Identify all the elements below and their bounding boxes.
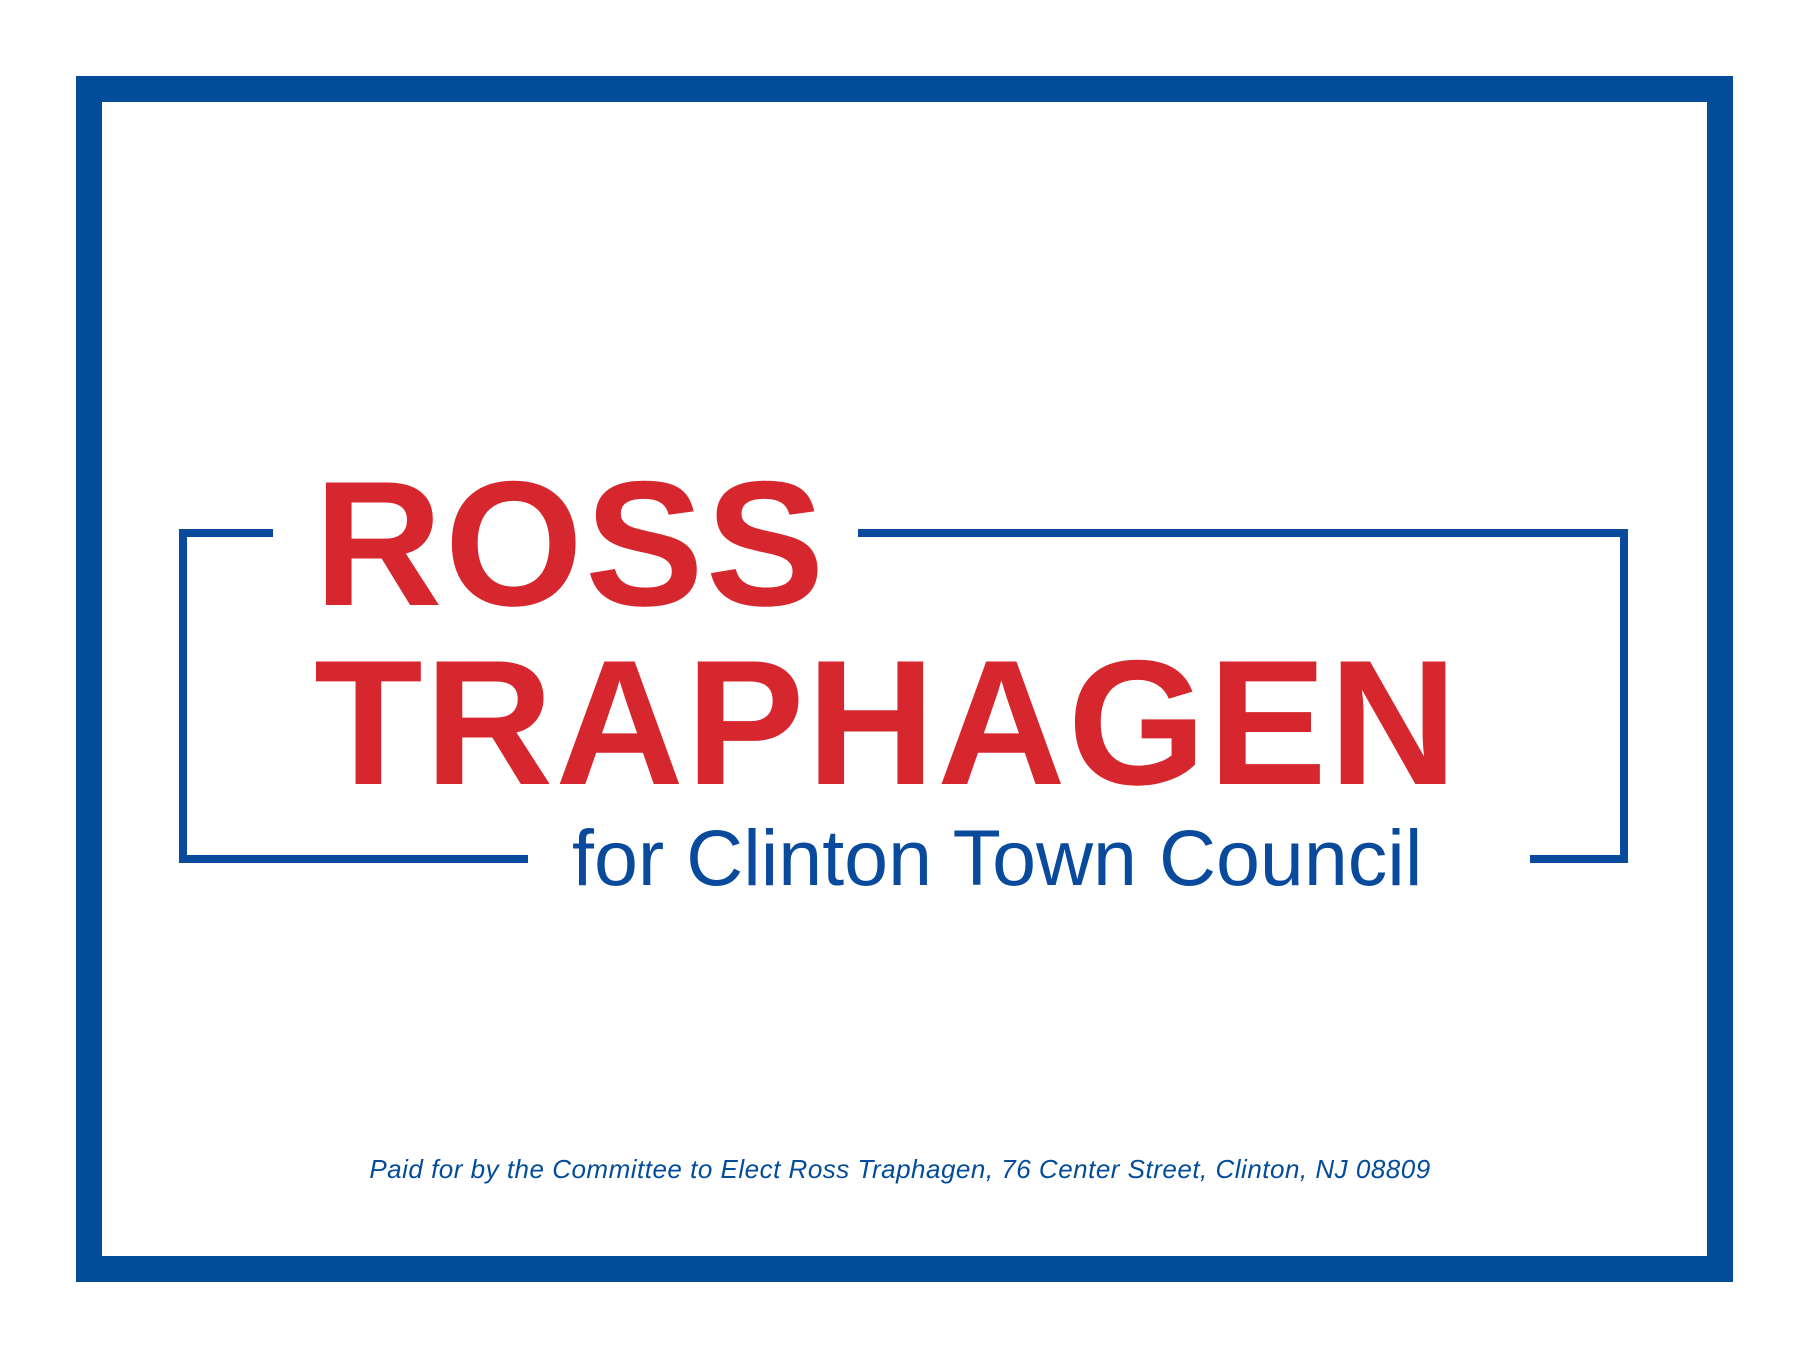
campaign-sign: ROSS TRAPHAGEN for Clinton Town Council … [0,0,1800,1350]
candidate-last-name: TRAPHAGEN [314,623,1460,822]
candidate-first-name: ROSS [314,444,827,643]
paid-for-disclaimer: Paid for by the Committee to Elect Ross … [369,1154,1431,1184]
office-sought: for Clinton Town Council [572,813,1423,902]
